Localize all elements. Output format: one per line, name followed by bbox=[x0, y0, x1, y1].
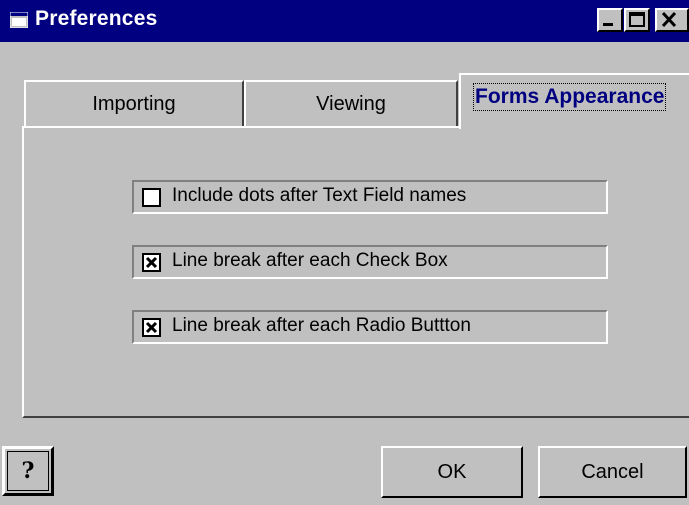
line-break-radio-button-checkbox[interactable] bbox=[142, 318, 161, 337]
minimize-icon bbox=[603, 23, 613, 26]
tab-viewing-label: Viewing bbox=[316, 93, 386, 115]
option-include-dots[interactable]: Include dots after Text Field names bbox=[132, 180, 608, 214]
tab-viewing[interactable]: Viewing bbox=[244, 80, 458, 128]
line-break-radio-button-label: Line break after each Radio Buttton bbox=[172, 315, 471, 336]
cancel-button[interactable]: Cancel bbox=[538, 446, 687, 498]
window-title: Preferences bbox=[35, 7, 158, 30]
tab-importing-label: Importing bbox=[92, 93, 176, 115]
maximize-icon bbox=[629, 12, 645, 27]
line-break-check-box-checkbox[interactable] bbox=[142, 253, 161, 272]
cancel-button-label: Cancel bbox=[581, 460, 644, 483]
include-dots-label: Include dots after Text Field names bbox=[172, 185, 467, 206]
check-mark-icon bbox=[145, 256, 158, 269]
maximize-button[interactable] bbox=[624, 8, 650, 32]
help-button[interactable]: ? bbox=[2, 446, 54, 496]
tab-forms-appearance[interactable]: Forms Appearance bbox=[459, 73, 689, 129]
title-bar[interactable]: Preferences bbox=[0, 0, 689, 42]
ok-button-label: OK bbox=[437, 460, 467, 483]
window-icon bbox=[10, 12, 28, 28]
minimize-button[interactable] bbox=[597, 8, 623, 32]
check-mark-icon bbox=[145, 321, 158, 334]
line-break-check-box-label: Line break after each Check Box bbox=[172, 250, 448, 271]
close-button[interactable] bbox=[655, 8, 689, 32]
tab-forms-appearance-label: Forms Appearance bbox=[472, 83, 667, 111]
tab-importing[interactable]: Importing bbox=[24, 80, 244, 128]
help-icon: ? bbox=[7, 451, 49, 491]
include-dots-checkbox[interactable] bbox=[142, 188, 161, 207]
ok-button[interactable]: OK bbox=[381, 446, 523, 498]
forms-appearance-panel: Include dots after Text Field names Line… bbox=[22, 126, 689, 418]
option-line-break-check-box[interactable]: Line break after each Check Box bbox=[132, 245, 608, 279]
option-line-break-radio-button[interactable]: Line break after each Radio Buttton bbox=[132, 310, 608, 344]
preferences-dialog: Preferences Importing Viewing Forms Appe… bbox=[0, 0, 689, 505]
close-icon bbox=[661, 11, 677, 28]
